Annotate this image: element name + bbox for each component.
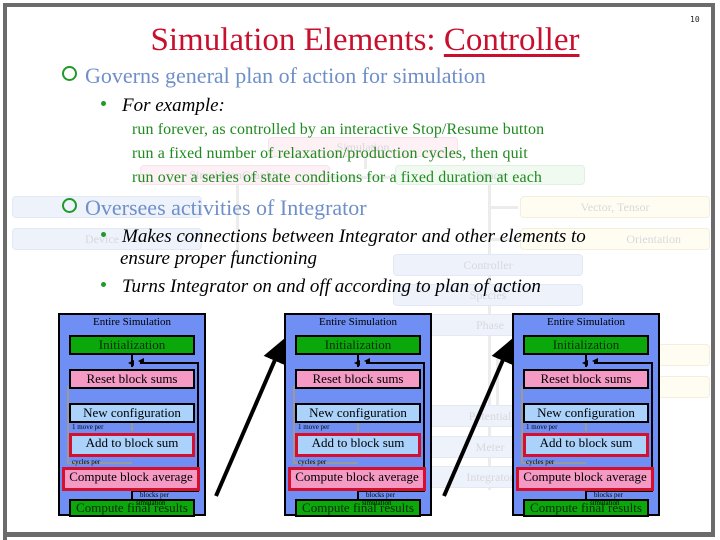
panel-arrows xyxy=(214,338,514,497)
arrow-panel1-to-panel2 xyxy=(214,338,286,497)
arrow-panel2-to-panel3 xyxy=(442,338,514,497)
